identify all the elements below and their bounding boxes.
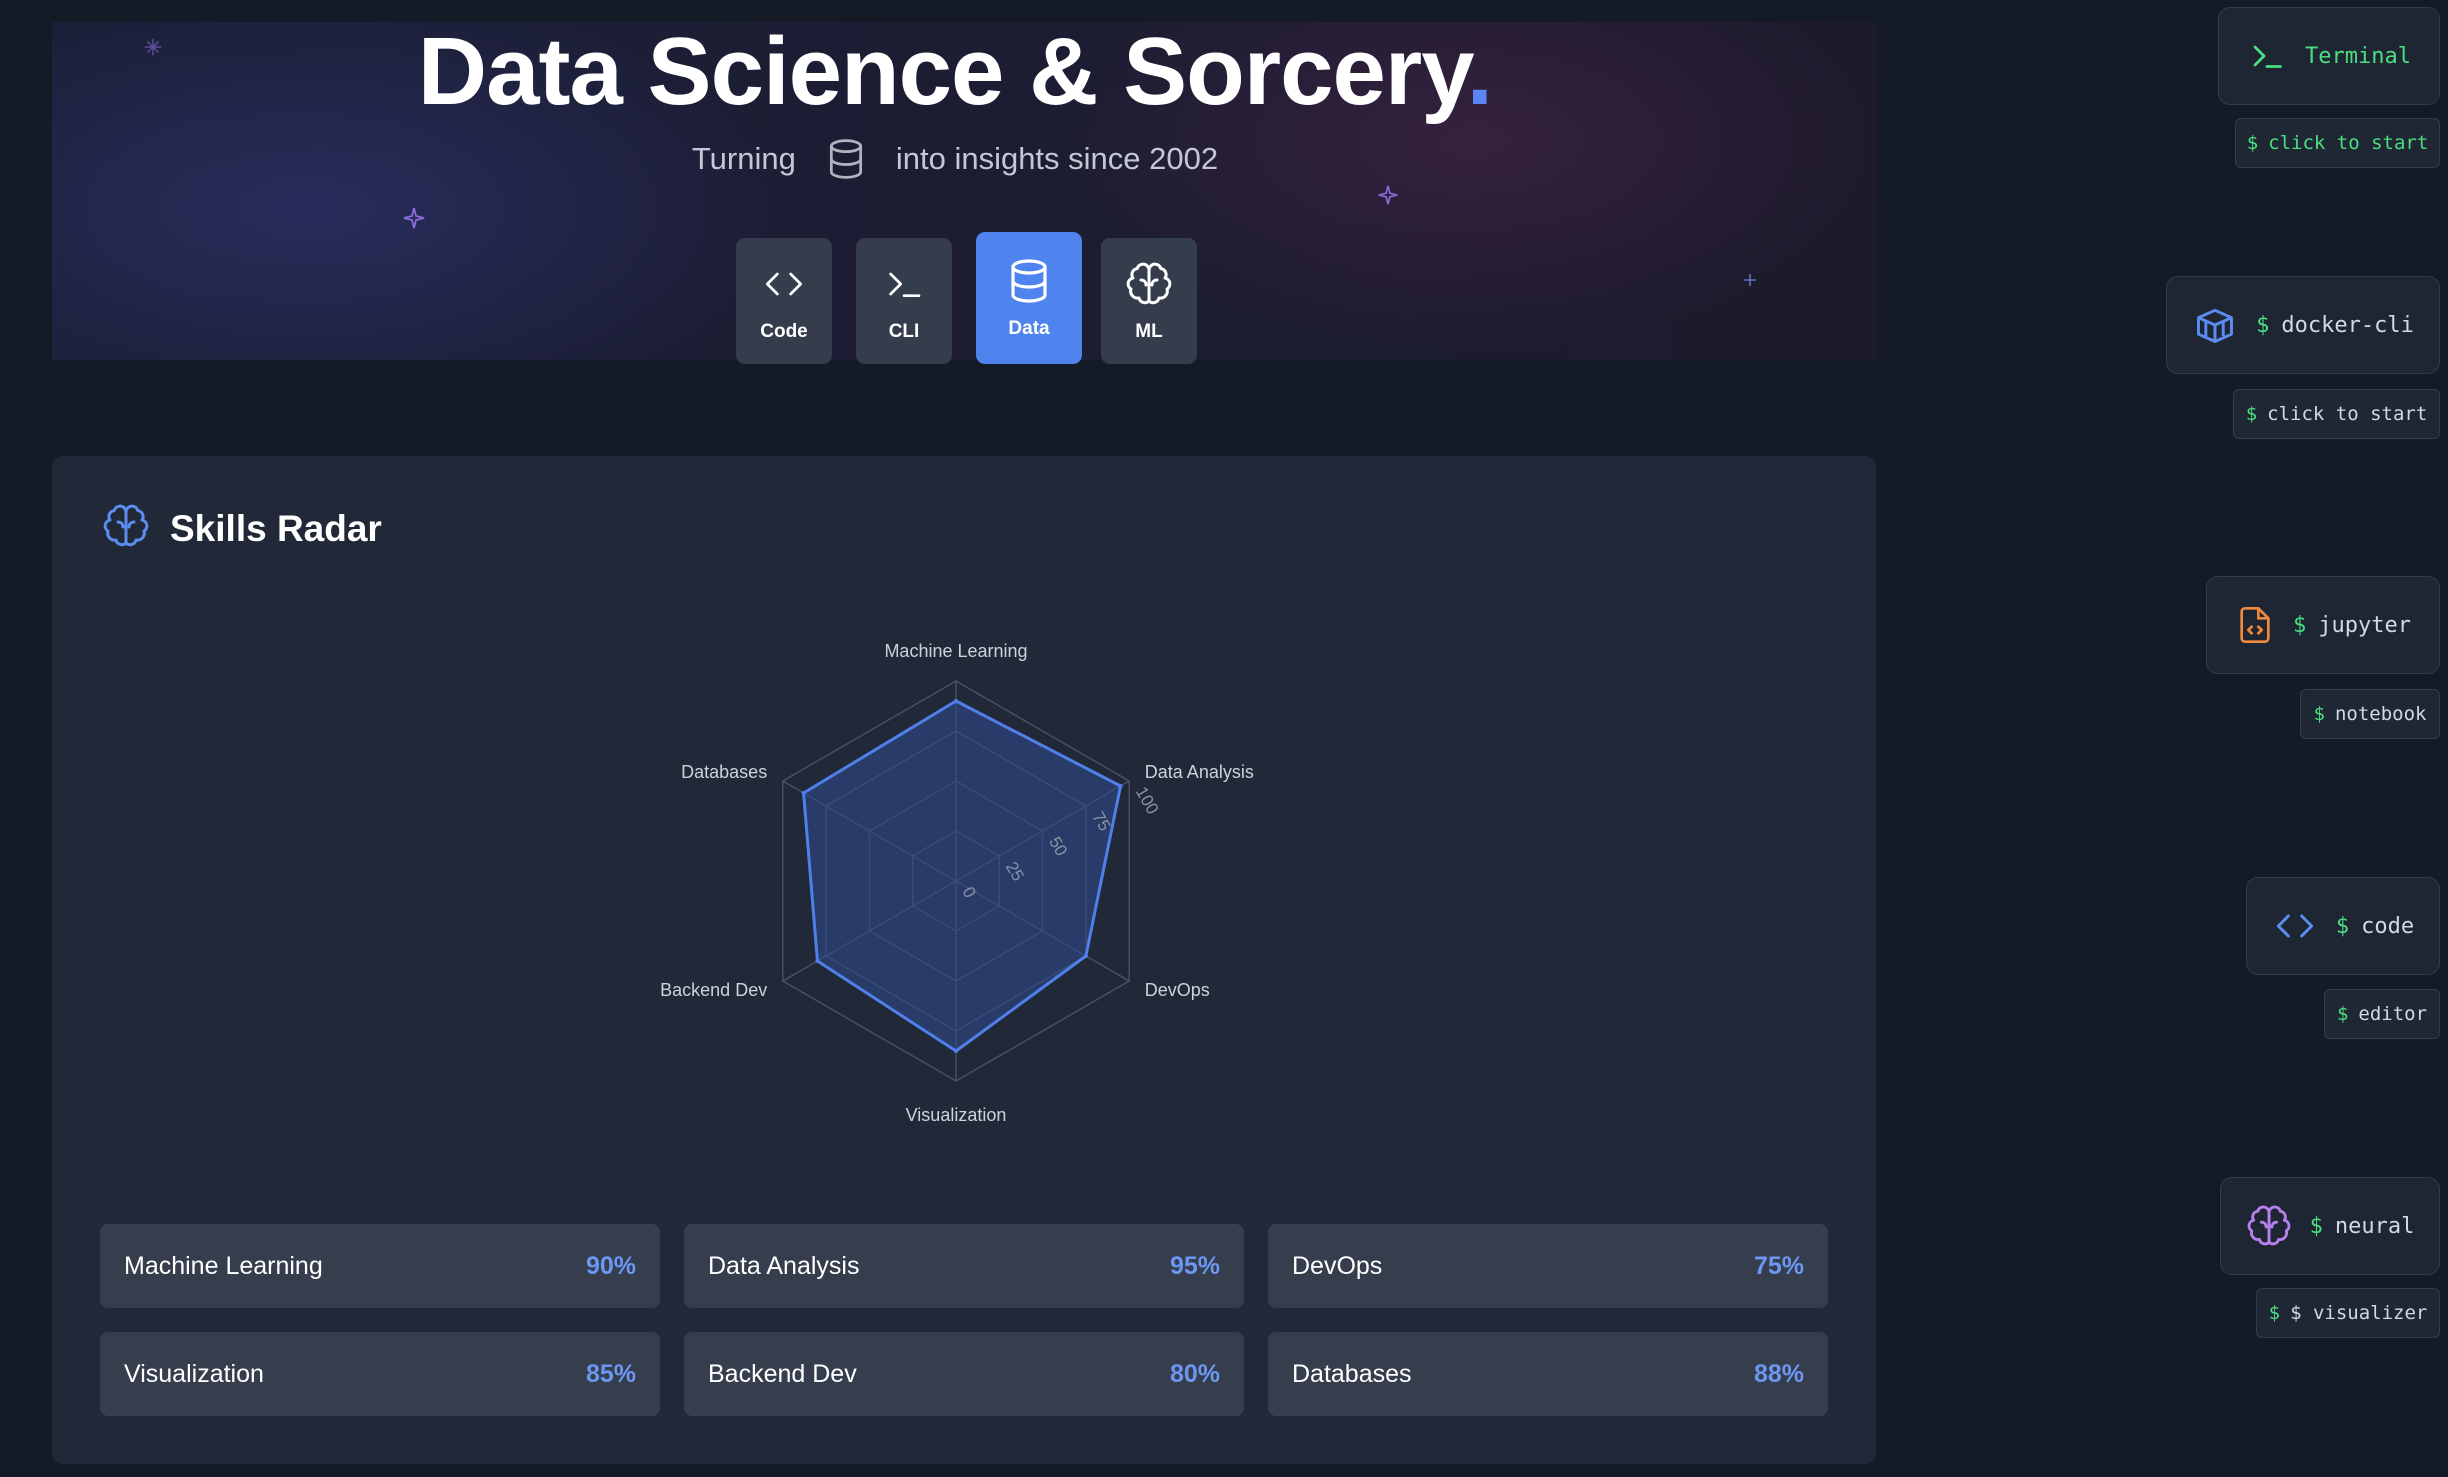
skills-radar-chart: 0255075100 Machine LearningData Analysis…: [660, 641, 1254, 1125]
category-tabs: Code CLI Data ML: [736, 232, 1197, 364]
skill-item: Machine Learning 90%: [100, 1224, 660, 1308]
launcher-tooltip: $ click to start: [2235, 118, 2440, 168]
radar-axis-label: Backend Dev: [660, 980, 767, 1000]
prompt-sign: $: [2268, 1302, 2281, 1324]
code-launcher-button[interactable]: $ code: [2246, 877, 2440, 975]
prompt-sign: $: [2309, 1213, 2323, 1239]
prompt-sign: $: [2256, 312, 2270, 338]
sparkle-icon: [1378, 185, 1398, 205]
radar-data-point: [815, 959, 820, 963]
radar-axis-label: DevOps: [1145, 980, 1210, 1000]
prompt-sign: $: [2335, 913, 2350, 939]
skill-item: Databases 88%: [1268, 1332, 1828, 1416]
radar-data-point: [1118, 784, 1123, 788]
radar-axis-label: Machine Learning: [884, 641, 1027, 661]
card-header: Skills Radar: [102, 502, 382, 555]
jupyter-launcher-button[interactable]: $ jupyter: [2206, 576, 2440, 674]
radar-data-point: [801, 791, 806, 795]
subtitle-prefix: Turning: [691, 141, 796, 176]
skill-item: DevOps 75%: [1268, 1224, 1828, 1308]
radar-axis-label: Data Analysis: [1145, 762, 1254, 782]
skill-percent: 80%: [1169, 1359, 1220, 1388]
launcher-label: Terminal: [2305, 43, 2411, 69]
prompt-sign: $: [2313, 703, 2325, 725]
launcher-label: code: [2361, 913, 2415, 939]
terminal-launcher-button[interactable]: Terminal: [2218, 7, 2440, 105]
skill-item: Visualization 85%: [100, 1332, 660, 1416]
brain-icon: [2246, 1203, 2292, 1249]
skill-name: DevOps: [1292, 1251, 1383, 1280]
skill-percent: 90%: [585, 1251, 636, 1280]
tab-code[interactable]: Code: [736, 238, 832, 364]
code-icon: [761, 259, 807, 309]
skill-name: Data Analysis: [708, 1251, 860, 1280]
skill-percent: 88%: [1753, 1359, 1804, 1388]
radar-axis-label: Databases: [681, 762, 767, 782]
radar-axis-label: Visualization: [906, 1105, 1007, 1125]
database-icon: [1005, 256, 1053, 306]
prompt-sign: $: [2336, 1003, 2349, 1025]
skill-percent: 95%: [1169, 1251, 1220, 1280]
card-title: Skills Radar: [170, 507, 382, 549]
code-icon: [2272, 906, 2318, 946]
radar-tick-label: 100: [1132, 784, 1163, 818]
terminal-icon: [882, 259, 926, 309]
prompt-sign: $: [2246, 132, 2259, 154]
sparkle-icon: [403, 207, 425, 229]
tooltip-text: editor: [2358, 1003, 2428, 1025]
sparkle-icon: [1744, 274, 1756, 286]
skill-percent: 85%: [585, 1359, 636, 1388]
launcher-tooltip: $ click to start: [2233, 389, 2440, 439]
terminal-icon: [2247, 38, 2287, 74]
neural-launcher-button[interactable]: $ neural: [2220, 1177, 2440, 1275]
skill-name: Backend Dev: [708, 1359, 857, 1388]
skills-radar-card: Skills Radar 0 25 50 75 100 Machine Learning…: [52, 456, 1876, 1464]
database-icon: [824, 135, 868, 183]
tab-ml[interactable]: ML: [1101, 238, 1197, 364]
launcher-tooltip: $ notebook: [2300, 689, 2440, 739]
tab-label: CLI: [888, 321, 920, 342]
radar-series-area: [802, 699, 1123, 1053]
prompt-sign: $: [2245, 403, 2258, 425]
skill-name: Visualization: [124, 1359, 264, 1388]
brain-icon: [1125, 259, 1173, 309]
skill-name: Databases: [1292, 1359, 1412, 1388]
launcher-label: jupyter: [2318, 612, 2411, 638]
tooltip-text: click to start: [2267, 403, 2428, 425]
page-title: Data Science & Sorcery.: [417, 18, 1494, 125]
tab-label: Data: [1008, 318, 1050, 339]
skill-name: Machine Learning: [124, 1251, 323, 1280]
radar-data-point: [954, 699, 958, 703]
tooltip-text: $ visualizer: [2290, 1302, 2428, 1324]
launcher-tooltip: $ $ visualizer: [2256, 1288, 2440, 1338]
subtitle-suffix: into insights since 2002: [895, 141, 1219, 176]
launcher-label: neural: [2334, 1213, 2415, 1239]
tooltip-text: click to start: [2268, 132, 2429, 154]
prompt-sign: $: [2293, 612, 2307, 638]
tab-cli[interactable]: CLI: [856, 238, 952, 364]
file-code-icon: [2235, 602, 2275, 648]
skill-item: Data Analysis 95%: [684, 1224, 1244, 1308]
radar-data-point: [954, 1049, 958, 1053]
hero-subtitle: Turning into insights since 2002: [0, 135, 1910, 183]
tab-label: Code: [760, 321, 808, 342]
launcher-tooltip: $ editor: [2324, 989, 2440, 1039]
skill-percent: 75%: [1753, 1251, 1804, 1280]
launcher-label: docker-cli: [2281, 312, 2414, 338]
skill-item: Backend Dev 80%: [684, 1332, 1244, 1416]
docker-cli-launcher-button[interactable]: $ docker-cli: [2166, 276, 2440, 374]
tab-label: ML: [1135, 321, 1163, 342]
tooltip-text: notebook: [2334, 703, 2427, 725]
container-icon: [2192, 303, 2238, 347]
title-dot: .: [1466, 18, 1494, 125]
radar-data-point: [1083, 954, 1088, 958]
tab-data[interactable]: Data: [976, 232, 1082, 364]
brain-icon: [102, 502, 150, 555]
